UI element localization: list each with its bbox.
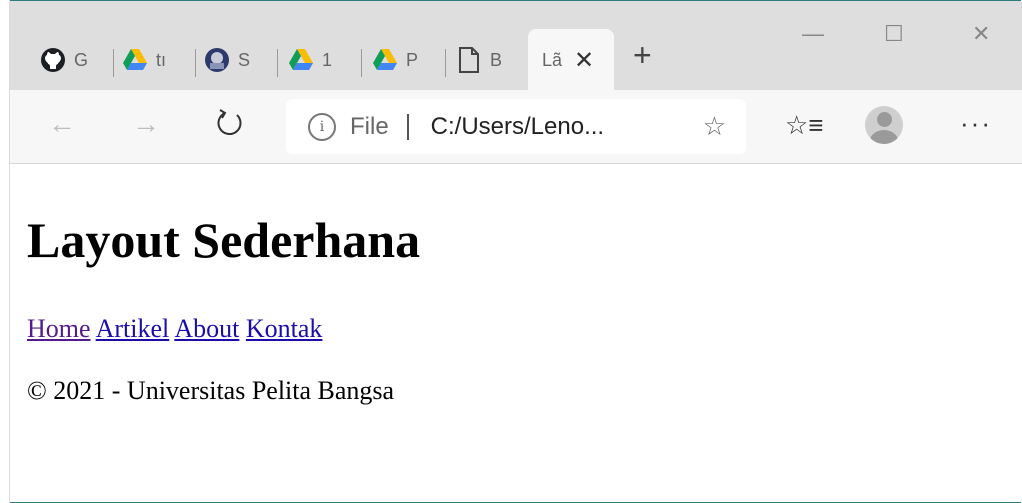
google-drive-icon	[122, 47, 148, 73]
address-scheme: File	[350, 112, 389, 140]
refresh-icon[interactable]	[215, 108, 245, 145]
tab-label: S	[238, 49, 251, 70]
maximize-icon[interactable]: ☐	[884, 21, 904, 47]
tab-label: 1	[322, 49, 333, 70]
nav-link-artikel[interactable]: Artikel	[96, 314, 170, 343]
google-drive-icon	[372, 47, 398, 73]
tab-label: P	[406, 49, 419, 70]
google-drive-icon	[288, 47, 314, 73]
tab-drive-1[interactable]: tı	[122, 29, 196, 91]
nav-link-kontak[interactable]: Kontak	[246, 314, 323, 343]
address-url[interactable]: C:/Users/Leno...	[431, 113, 604, 141]
tab-github[interactable]: G	[40, 29, 114, 91]
browser-toolbar: ← → i File C:/Users/Leno... ☆ ☆≡ ···	[10, 90, 1022, 164]
tab-strip: G tı S 1 P B Lã ✕ + — ☐ ✕	[10, 1, 1022, 91]
window-left-edge	[0, 0, 10, 503]
page-nav: Home Artikel About Kontak	[27, 314, 1002, 344]
page-content: Layout Sederhana Home Artikel About Kont…	[27, 205, 1002, 406]
back-arrow-icon[interactable]: ←	[48, 108, 76, 140]
favorites-icon[interactable]: ☆≡	[785, 110, 823, 141]
page-heading: Layout Sederhana	[27, 212, 421, 268]
file-icon	[456, 47, 482, 73]
address-divider	[406, 113, 409, 140]
tab-university[interactable]: S	[204, 29, 278, 91]
new-tab-button[interactable]: +	[633, 39, 652, 71]
github-icon	[40, 47, 66, 73]
close-window-icon[interactable]: ✕	[972, 21, 990, 47]
nav-link-about[interactable]: About	[174, 314, 239, 343]
tab-label: B	[490, 49, 503, 70]
minimize-icon[interactable]: —	[802, 21, 824, 47]
tab-label: G	[74, 49, 89, 70]
info-icon[interactable]: i	[308, 112, 336, 141]
tab-label: tı	[156, 49, 167, 70]
tab-drive-2[interactable]: 1	[288, 29, 362, 91]
close-tab-icon[interactable]: ✕	[574, 46, 594, 75]
more-menu-icon[interactable]: ···	[960, 108, 992, 139]
page-footer: © 2021 - Universitas Pelita Bangsa	[27, 376, 395, 405]
add-favorite-star-icon[interactable]: ☆	[703, 111, 726, 142]
nav-link-home[interactable]: Home	[27, 314, 91, 343]
profile-avatar[interactable]	[865, 106, 903, 144]
tab-file[interactable]: B	[456, 29, 526, 91]
tab-label: Lã	[542, 49, 563, 70]
tab-drive-3[interactable]: P	[372, 29, 446, 91]
university-logo-icon	[204, 47, 230, 73]
forward-arrow-icon[interactable]: →	[132, 108, 160, 140]
tab-active[interactable]: Lã ✕	[528, 29, 614, 91]
address-bar[interactable]: i File C:/Users/Leno... ☆	[286, 99, 746, 154]
